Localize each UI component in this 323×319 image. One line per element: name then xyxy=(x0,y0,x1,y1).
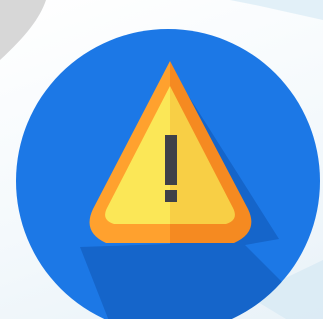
exclamation-bar xyxy=(165,135,177,185)
warning-badge-svg xyxy=(16,29,320,319)
exclamation-dot xyxy=(165,190,177,202)
warning-icon-scene xyxy=(0,0,323,319)
warning-badge xyxy=(0,0,323,319)
